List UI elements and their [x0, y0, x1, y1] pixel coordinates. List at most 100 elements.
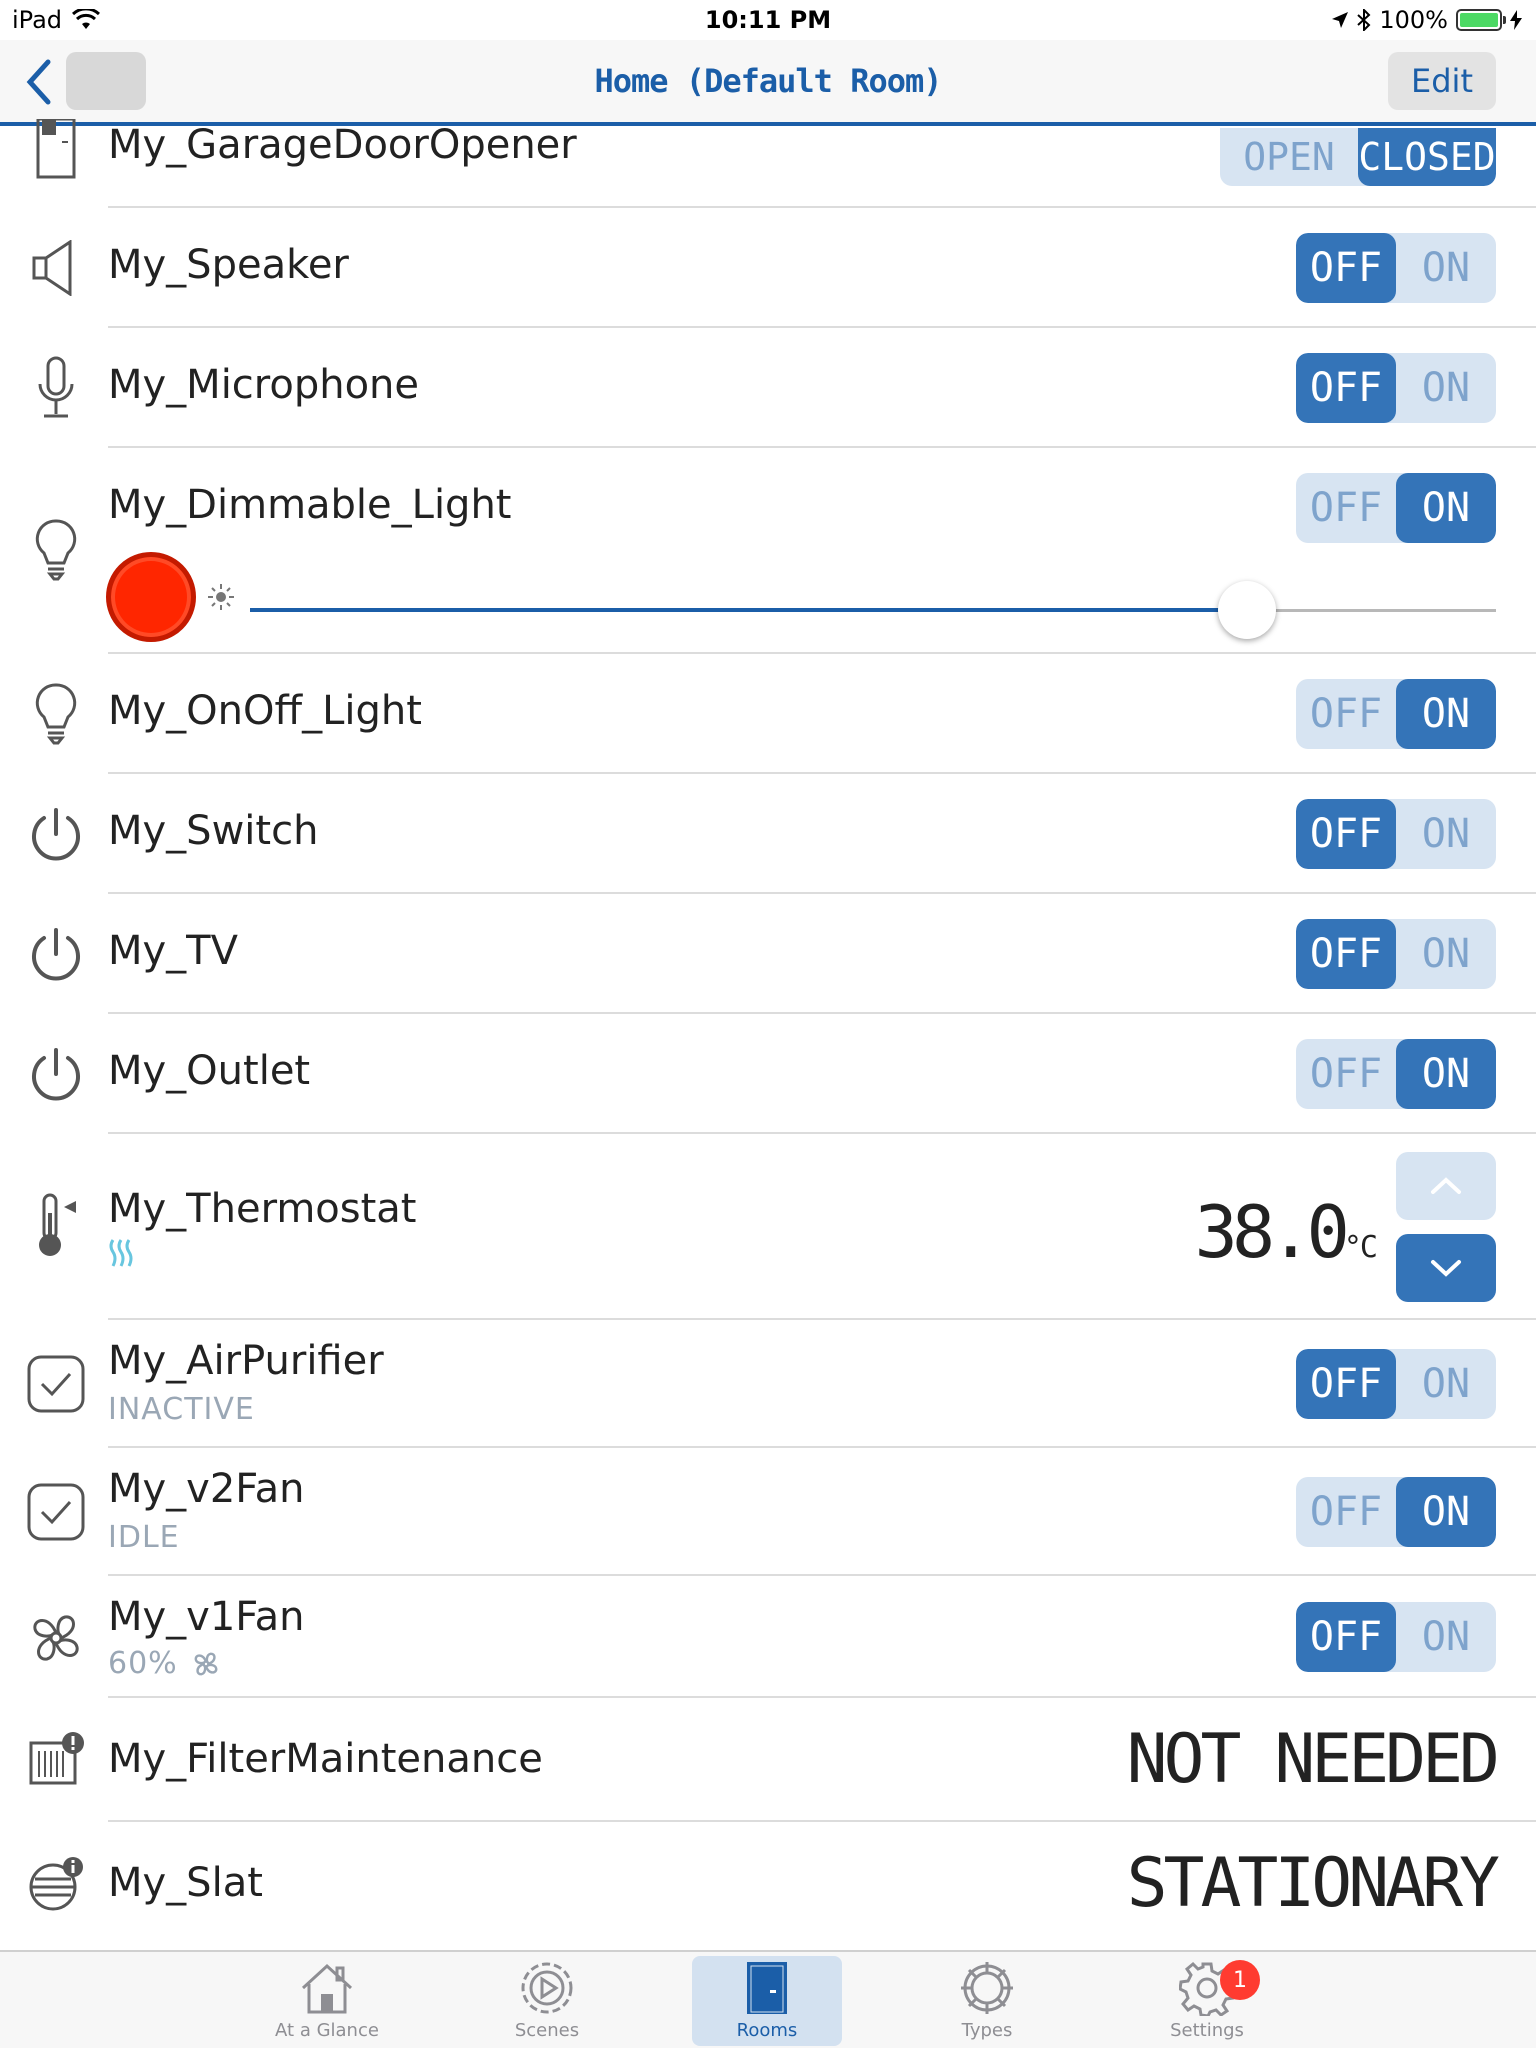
temperature-value: 38.0 [1194, 1190, 1349, 1274]
heating-icon [109, 1239, 133, 1267]
device-name: My_Slat [108, 1860, 263, 1906]
brightness-slider-knob[interactable] [1217, 581, 1276, 639]
tv-toggle[interactable]: OFF ON [1296, 919, 1496, 989]
speaker-toggle[interactable]: OFF ON [1296, 233, 1496, 303]
garage-door-segmented-control[interactable]: OPEN CLOSED [1220, 128, 1496, 186]
tab-at-a-glance[interactable]: At a Glance [252, 1956, 402, 2046]
chevron-down-icon [1431, 1260, 1461, 1277]
microphone-toggle[interactable]: OFF ON [1296, 353, 1496, 423]
on-segment[interactable]: ON [1396, 233, 1496, 303]
battery-icon [1456, 9, 1506, 31]
slat-info-icon [24, 1852, 88, 1916]
lightbulb-icon [24, 518, 88, 582]
thermostat-target-temperature: 38.0°C [1194, 1190, 1378, 1274]
scenes-play-icon [517, 1958, 577, 2018]
device-row-v1fan: My_v1Fan 60% OFF ON [0, 1576, 1536, 1698]
small-fan-icon [194, 1652, 218, 1675]
device-row-speaker: My_Speaker OFF ON [0, 208, 1536, 328]
on-segment[interactable]: ON [1396, 1349, 1496, 1419]
device-row-slat: My_Slat STATIONARY [0, 1822, 1536, 1946]
temperature-down-button[interactable] [1396, 1234, 1496, 1302]
tab-label: Types [961, 2020, 1013, 2041]
on-segment[interactable]: ON [1396, 1602, 1496, 1672]
switch-toggle[interactable]: OFF ON [1296, 799, 1496, 869]
closed-segment[interactable]: CLOSED [1358, 128, 1496, 186]
bluetooth-icon [1357, 9, 1371, 31]
off-segment[interactable]: OFF [1296, 1602, 1396, 1672]
on-segment[interactable]: ON [1396, 353, 1496, 423]
device-row-onoff-light: My_OnOff_Light OFF ON [0, 654, 1536, 774]
status-time: 10:11 PM [704, 6, 832, 34]
v2fan-toggle[interactable]: OFF ON [1296, 1477, 1496, 1547]
open-segment[interactable]: OPEN [1220, 128, 1358, 186]
garage-door-icon [24, 118, 88, 182]
navigation-bar: Home (Default Room) Edit [0, 40, 1536, 126]
page-title: Home (Default Room) [594, 62, 942, 100]
off-segment[interactable]: OFF [1296, 799, 1396, 869]
brightness-sun-icon [208, 584, 234, 610]
power-icon [24, 922, 88, 986]
device-name: My_GarageDoorOpener [108, 122, 577, 168]
off-segment[interactable]: OFF [1296, 679, 1396, 749]
outlet-toggle[interactable]: OFF ON [1296, 1039, 1496, 1109]
device-row-switch: My_Switch OFF ON [0, 774, 1536, 894]
tab-label: Rooms [736, 2020, 798, 2041]
device-name: My_TV [108, 928, 238, 974]
tab-settings[interactable]: 1 Settings [1132, 1956, 1282, 2046]
thermometer-icon [24, 1193, 88, 1258]
device-row-microphone: My_Microphone OFF ON [0, 328, 1536, 448]
device-row-air-purifier: My_AirPurifier INACTIVE OFF ON [0, 1320, 1536, 1448]
door-icon [737, 1958, 797, 2018]
edit-button[interactable]: Edit [1388, 52, 1496, 110]
tab-types[interactable]: Types [912, 1956, 1062, 2046]
device-name: My_v2Fan [108, 1466, 305, 1512]
air-purifier-toggle[interactable]: OFF ON [1296, 1349, 1496, 1419]
on-segment[interactable]: ON [1396, 799, 1496, 869]
device-row-dimmable-light: My_Dimmable_Light OFF ON [0, 448, 1536, 654]
temperature-up-button[interactable] [1396, 1152, 1496, 1220]
power-icon [24, 802, 88, 866]
on-segment[interactable]: ON [1396, 919, 1496, 989]
tab-scenes[interactable]: Scenes [472, 1956, 622, 2046]
types-ring-icon [957, 1958, 1017, 2018]
fan-icon [24, 1606, 88, 1670]
device-status: IDLE [108, 1520, 180, 1555]
lightbulb-icon [24, 682, 88, 746]
device-row-garage-door: My_GarageDoorOpener OPEN CLOSED [0, 119, 1536, 208]
light-color-button[interactable] [106, 552, 196, 642]
temperature-unit: °C [1343, 1230, 1378, 1265]
checkbox-icon [24, 1352, 88, 1416]
device-name: My_FilterMaintenance [108, 1736, 543, 1782]
brightness-slider-track[interactable] [250, 581, 1496, 639]
battery-percent: 100% [1379, 6, 1448, 34]
off-segment[interactable]: OFF [1296, 1477, 1396, 1547]
tab-label: Scenes [514, 2020, 580, 2041]
device-name: My_Thermostat [108, 1186, 417, 1232]
tab-rooms[interactable]: Rooms [692, 1956, 842, 2046]
chevron-up-icon [1431, 1177, 1461, 1194]
house-icon [297, 1958, 357, 2018]
off-segment[interactable]: OFF [1296, 473, 1396, 543]
off-segment[interactable]: OFF [1296, 233, 1396, 303]
off-segment[interactable]: OFF [1296, 353, 1396, 423]
dimmable-light-toggle[interactable]: OFF ON [1296, 473, 1496, 543]
device-name: My_Switch [108, 808, 319, 854]
onoff-light-toggle[interactable]: OFF ON [1296, 679, 1496, 749]
filter-status-value: NOT NEEDED [1126, 1720, 1500, 1799]
on-segment[interactable]: ON [1396, 1477, 1496, 1547]
on-segment[interactable]: ON [1396, 1039, 1496, 1109]
fan-speed: 60% [108, 1646, 220, 1681]
on-segment[interactable]: ON [1396, 679, 1496, 749]
on-segment[interactable]: ON [1396, 473, 1496, 543]
off-segment[interactable]: OFF [1296, 1349, 1396, 1419]
off-segment[interactable]: OFF [1296, 1039, 1396, 1109]
device-row-v2fan: My_v2Fan IDLE OFF ON [0, 1448, 1536, 1576]
status-right: 100% [1331, 6, 1522, 34]
v1fan-toggle[interactable]: OFF ON [1296, 1602, 1496, 1672]
device-name: My_Microphone [108, 362, 420, 408]
power-icon [24, 1042, 88, 1106]
device-row-tv: My_TV OFF ON [0, 894, 1536, 1014]
device-name: My_OnOff_Light [108, 688, 422, 734]
device-row-thermostat: My_Thermostat 38.0°C [0, 1134, 1536, 1320]
off-segment[interactable]: OFF [1296, 919, 1396, 989]
